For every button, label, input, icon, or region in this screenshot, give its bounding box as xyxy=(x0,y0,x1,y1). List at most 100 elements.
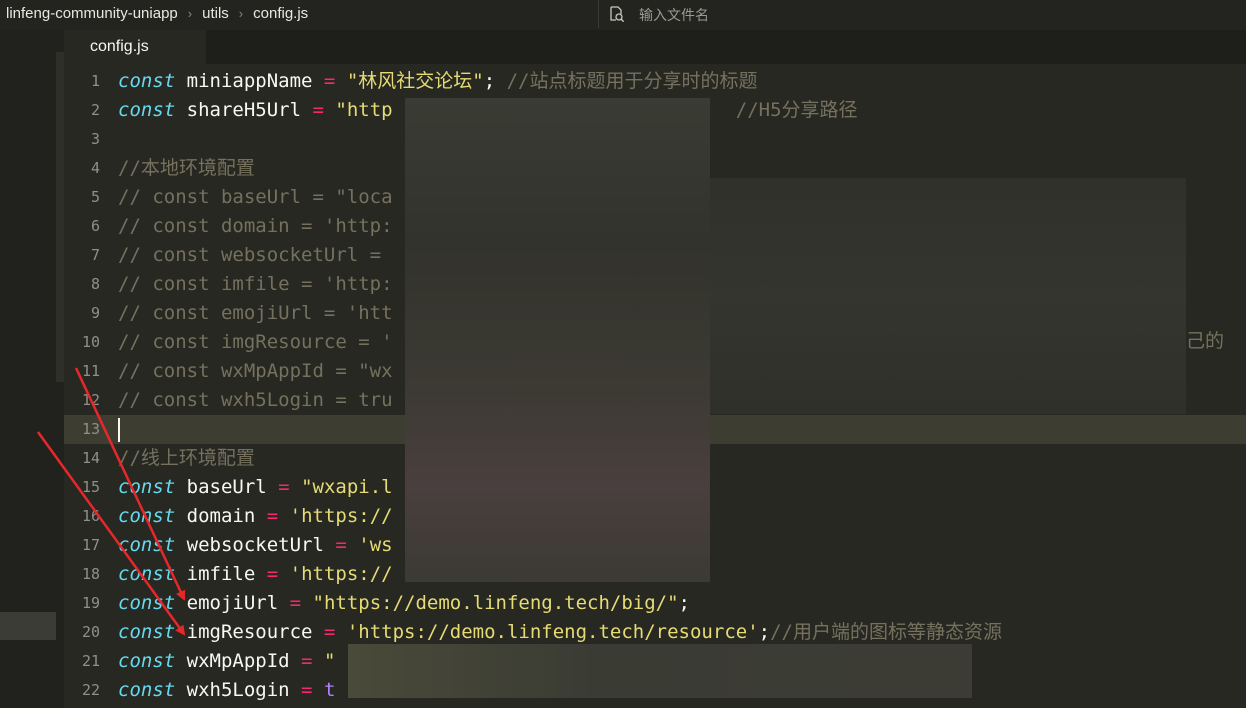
code-text: // const websocketUrl = xyxy=(118,241,393,270)
code-text: //线上环境配置 xyxy=(118,444,255,473)
code-token: // const imgResource = ' xyxy=(118,331,393,353)
file-search-box[interactable] xyxy=(598,0,1246,28)
redacted-region xyxy=(405,98,710,582)
code-token: const xyxy=(118,534,176,556)
code-token: const xyxy=(118,476,176,498)
breadcrumb-project[interactable]: linfeng-community-uniapp xyxy=(6,5,178,22)
code-token: wxh5Login xyxy=(175,679,302,701)
line-number: 16 xyxy=(81,507,100,525)
code-token: " xyxy=(323,650,336,672)
code-line[interactable]: 19 const emojiUrl = "https://demo.linfeng… xyxy=(64,589,1246,618)
code-token: //站点标题用于分享时的标题 xyxy=(506,70,758,92)
code-text: // const domain = 'http: xyxy=(118,212,393,241)
code-token: const xyxy=(118,70,176,92)
redacted-region xyxy=(348,644,972,698)
code-token: // const imfile = 'http: xyxy=(118,273,393,295)
code-line[interactable]: 1 const miniappName = "林风社交论坛"; //站点标题用于分… xyxy=(64,67,1246,96)
line-number: 1 xyxy=(90,72,100,90)
code-token: 'ws xyxy=(358,534,393,556)
line-number: 9 xyxy=(90,304,100,322)
code-token: "https://demo.linfeng.tech/big/" xyxy=(312,592,679,614)
line-number: 18 xyxy=(81,565,100,583)
code-token: ; xyxy=(758,621,771,643)
code-token: // const wxh5Login = tru xyxy=(118,389,393,411)
code-line[interactable]: 20 const imgResource = 'https://demo.linf… xyxy=(64,618,1246,647)
code-token: const xyxy=(118,621,176,643)
code-token: = xyxy=(335,534,347,556)
code-token: const xyxy=(118,679,176,701)
file-search-input[interactable] xyxy=(637,4,1201,26)
code-token: = xyxy=(301,679,313,701)
line-number: 5 xyxy=(90,188,100,206)
code-token: // const websocketUrl = xyxy=(118,244,393,266)
line-number: 17 xyxy=(81,536,100,554)
line-number: 22 xyxy=(81,681,100,699)
tab-config-js[interactable]: config.js xyxy=(64,30,206,64)
code-text: const baseUrl = "wxapi.l xyxy=(118,473,393,502)
code-text: //本地环境配置 xyxy=(118,154,255,183)
code-token: imfile xyxy=(175,563,267,585)
code-token: shareH5Url xyxy=(175,99,313,121)
line-number: 7 xyxy=(90,246,100,264)
code-token: //本地环境配置 xyxy=(118,157,255,179)
code-token: const xyxy=(118,650,176,672)
code-token: 'https://demo.linfeng.tech/resource' xyxy=(346,621,759,643)
code-token: "wxapi.l xyxy=(301,476,393,498)
code-token: const xyxy=(118,563,176,585)
code-token: domain xyxy=(175,505,267,527)
tab-bar: config.js xyxy=(64,30,1246,64)
code-text: const wxh5Login = t xyxy=(118,676,335,705)
code-token: // const emojiUrl = 'htt xyxy=(118,302,393,324)
code-token: const xyxy=(118,505,176,527)
sidebar-selected-item[interactable] xyxy=(0,612,56,640)
code-token: //H5分享路径 xyxy=(735,99,858,121)
line-number: 10 xyxy=(81,333,100,351)
breadcrumb: linfeng-community-uniapp › utils › config.js xyxy=(6,0,308,28)
code-token: = xyxy=(323,70,336,92)
code-token: = xyxy=(312,99,324,121)
line-number: 15 xyxy=(81,478,100,496)
line-number: 4 xyxy=(90,159,100,177)
code-text: // const imgResource = ' xyxy=(118,328,393,357)
code-token: 'https:// xyxy=(289,505,393,527)
line-number: 20 xyxy=(81,623,100,641)
code-text: const emojiUrl = "https://demo.linfeng.t… xyxy=(118,589,690,618)
file-search-icon xyxy=(610,6,625,22)
code-text: // const emojiUrl = 'htt xyxy=(118,299,393,328)
line-number: 14 xyxy=(81,449,100,467)
code-text: const imfile = 'https:// xyxy=(118,560,393,589)
code-token: "http xyxy=(335,99,393,121)
chevron-right-icon: › xyxy=(187,6,193,21)
code-token: ; xyxy=(483,70,507,92)
line-number: 12 xyxy=(81,391,100,409)
redacted-region xyxy=(710,178,1186,414)
code-token: //线上环境配置 xyxy=(118,447,255,469)
code-token: // const wxMpAppId = "wx xyxy=(118,360,393,382)
sidebar-scrollbar[interactable] xyxy=(56,52,64,382)
code-text: // const wxMpAppId = "wx xyxy=(118,357,393,386)
line-number: 21 xyxy=(81,652,100,670)
code-token: wxMpAppId xyxy=(175,650,302,672)
breadcrumb-file[interactable]: config.js xyxy=(253,5,308,22)
code-text: const websocketUrl = 'ws xyxy=(118,531,393,560)
line-number: 11 xyxy=(81,362,100,380)
text-cursor xyxy=(118,418,120,442)
explorer-sidebar xyxy=(0,30,64,708)
code-token: = xyxy=(301,650,313,672)
code-token: "林风社交论坛" xyxy=(346,70,484,92)
code-token: // const baseUrl = "loca xyxy=(118,186,393,208)
code-text: const miniappName = "林风社交论坛"; //站点标题用于分享… xyxy=(118,67,758,96)
code-token: miniappName xyxy=(175,70,324,92)
line-number: 19 xyxy=(81,594,100,612)
code-text: const imgResource = 'https://demo.linfen… xyxy=(118,618,1002,647)
code-token: t xyxy=(323,679,336,701)
breadcrumb-folder[interactable]: utils xyxy=(202,5,229,22)
partial-comment-text: 己的 xyxy=(1186,330,1225,352)
line-number: 13 xyxy=(81,420,100,438)
